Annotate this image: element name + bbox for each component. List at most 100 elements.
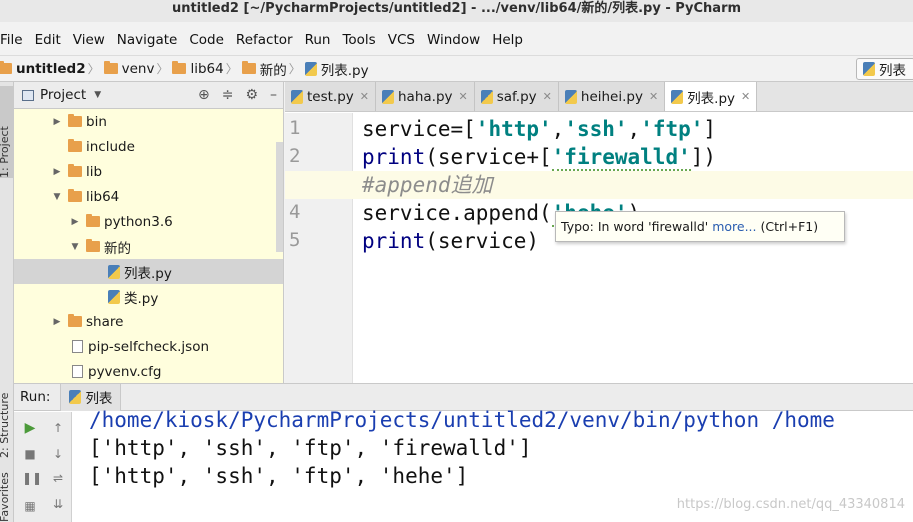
tab-saf-py[interactable]: saf.py ✕ [474, 82, 559, 111]
project-panel-header: Project ▼ ⊕ ≑ ⚙ – [14, 82, 283, 109]
chevron-right-icon[interactable]: ▶ [50, 117, 64, 127]
close-icon[interactable]: ✕ [543, 90, 552, 103]
close-icon[interactable]: ✕ [649, 90, 658, 103]
folder-icon [103, 61, 118, 74]
tree-item-label: lib64 [86, 188, 120, 205]
layout-icon[interactable]: ▦ [22, 498, 38, 514]
soft-wrap-icon[interactable]: ⇌ [50, 470, 66, 486]
python-file-icon [564, 89, 577, 104]
code-token: service=[ [362, 117, 476, 141]
menu-edit[interactable]: Edit [29, 32, 67, 48]
structure-tool-tab[interactable]: 2: Structure [0, 378, 14, 458]
code-text-area[interactable]: service=['http','ssh','ftp'] print(servi… [285, 113, 913, 383]
project-panel: Project ▼ ⊕ ≑ ⚙ – ▶ bin include ▶ lib ▼ … [14, 82, 284, 383]
code-token: , [551, 117, 565, 141]
tree-item-label: 新的 [104, 240, 131, 257]
menu-code[interactable]: Code [183, 32, 230, 48]
menu-vcs[interactable]: VCS [382, 32, 421, 48]
code-line-2: print(service+['firewalld']) [362, 143, 716, 171]
python-file-icon [108, 289, 120, 304]
settings-gear-icon[interactable]: ⚙ [245, 87, 258, 103]
stop-icon[interactable]: ■ [22, 446, 38, 462]
folder-icon [86, 239, 100, 252]
pause-icon[interactable]: ❚❚ [22, 470, 42, 486]
python-file-icon [671, 89, 684, 104]
chevron-right-icon[interactable]: ▶ [50, 317, 64, 327]
folder-link-icon [68, 189, 82, 202]
collapse-all-icon[interactable]: ≑ [222, 87, 234, 103]
breadcrumb-file[interactable]: 列表.py [321, 59, 369, 79]
tree-item-lib[interactable]: ▶ lib [14, 159, 283, 184]
code-line-1: service=['http','ssh','ftp'] [362, 115, 716, 143]
line-number: 2 [289, 145, 301, 167]
run-configuration-selector[interactable]: 列表 [856, 58, 913, 80]
chevron-down-icon[interactable]: ▼ [50, 192, 64, 202]
tree-item-list-py[interactable]: 列表.py [14, 259, 283, 284]
tree-item-label: bin [86, 113, 107, 130]
tooltip-more-link[interactable]: more... [712, 219, 756, 234]
left-tool-strip: 1: Project 2: Structure Favorites [0, 82, 14, 522]
pycharm-window: untitled2 [~/PycharmProjects/untitled2] … [0, 0, 913, 522]
tab-haha-py[interactable]: haha.py ✕ [376, 82, 475, 111]
tab-label: 列表.py [687, 90, 736, 107]
scroll-to-end-icon[interactable]: ⇊ [50, 496, 66, 512]
chevron-right-icon[interactable]: ▶ [68, 217, 82, 227]
tree-item-class-py[interactable]: 类.py [14, 284, 283, 309]
typo-tooltip: Typo: In word 'firewalld' more... (Ctrl+… [555, 211, 845, 242]
tree-item-python36[interactable]: ▶ python3.6 [14, 209, 283, 234]
tree-item-pip-selfcheck[interactable]: pip-selfcheck.json [14, 334, 283, 359]
menu-file[interactable]: File [0, 32, 29, 48]
project-view-icon [22, 89, 34, 101]
tab-list-py[interactable]: 列表.py ✕ [665, 82, 758, 111]
tab-test-py[interactable]: test.py ✕ [285, 82, 376, 111]
breadcrumb-venv[interactable]: venv [122, 61, 155, 77]
project-tool-tab[interactable]: 1: Project [0, 86, 14, 178]
project-panel-tools: ⊕ ≑ ⚙ – [198, 87, 277, 103]
line-number: 5 [289, 229, 301, 251]
menu-navigate[interactable]: Navigate [111, 32, 184, 48]
line-number: 4 [289, 201, 301, 223]
run-panel-label: Run: [20, 389, 51, 405]
favorites-tool-tab[interactable]: Favorites [0, 472, 14, 522]
run-panel: Run: 列表 ▶ ↑ ■ ↓ ❚❚ ⇌ ⇊ ▦ /home/kiosk/Pyc… [14, 383, 913, 522]
breadcrumb-folder[interactable]: 新的 [260, 59, 287, 79]
menu-window[interactable]: Window [421, 32, 486, 48]
menu-tools[interactable]: Tools [336, 32, 381, 48]
close-icon[interactable]: ✕ [459, 90, 468, 103]
arrow-up-icon[interactable]: ↑ [50, 420, 66, 436]
tree-item-pyvenv-cfg[interactable]: pyvenv.cfg [14, 359, 283, 383]
project-panel-title[interactable]: Project [40, 87, 86, 103]
menu-run[interactable]: Run [299, 32, 337, 48]
line-number: 1 [289, 117, 301, 139]
menu-help[interactable]: Help [486, 32, 529, 48]
rerun-icon[interactable]: ▶ [22, 420, 38, 436]
breadcrumb-project[interactable]: untitled2 [16, 61, 86, 77]
chevron-down-icon[interactable]: ▼ [68, 242, 82, 252]
locate-file-icon[interactable]: ⊕ [198, 87, 210, 103]
tab-label: haha.py [398, 88, 453, 105]
breadcrumb-lib64[interactable]: lib64 [190, 61, 223, 77]
chevron-right-icon[interactable]: ▶ [50, 167, 64, 177]
tree-item-label: 列表.py [124, 265, 172, 282]
project-panel-scrollbar[interactable] [276, 142, 283, 252]
code-token: ] [703, 117, 717, 141]
menu-refactor[interactable]: Refactor [230, 32, 299, 48]
menu-bar: File Edit View Navigate Code Refactor Ru… [0, 28, 913, 52]
hide-panel-icon[interactable]: – [270, 87, 277, 103]
tree-item-lib64[interactable]: ▼ lib64 [14, 184, 283, 209]
tree-item-bin[interactable]: ▶ bin [14, 109, 283, 134]
code-string: 'ssh' [564, 117, 628, 141]
close-icon[interactable]: ✕ [360, 90, 369, 103]
tree-item-share[interactable]: ▶ share [14, 309, 283, 334]
menu-view[interactable]: View [67, 32, 111, 48]
code-keyword: print [362, 145, 426, 169]
tree-item-include[interactable]: include [14, 134, 283, 159]
folder-icon [86, 214, 100, 227]
code-line-3: #append追加 [362, 171, 493, 199]
tree-item-label: include [86, 138, 135, 155]
close-icon[interactable]: ✕ [741, 90, 750, 103]
arrow-down-icon[interactable]: ↓ [50, 446, 66, 462]
chevron-down-icon[interactable]: ▼ [94, 90, 101, 100]
tree-item-new-folder[interactable]: ▼ 新的 [14, 234, 283, 259]
tab-heihei-py[interactable]: heihei.py ✕ [558, 82, 666, 111]
